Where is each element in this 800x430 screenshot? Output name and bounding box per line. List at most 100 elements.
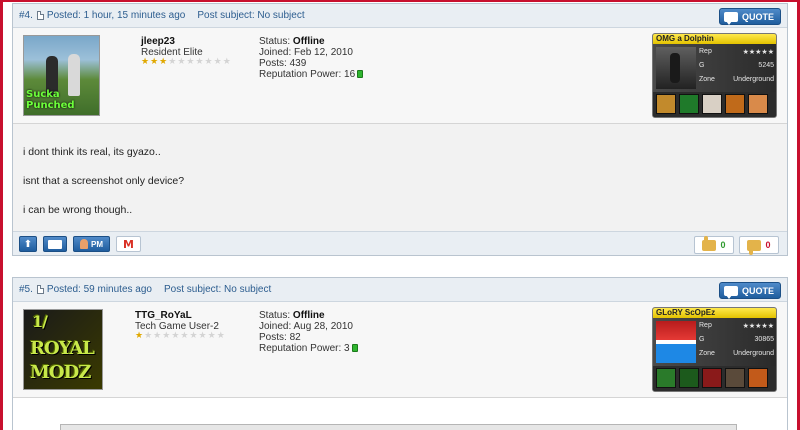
quote-button[interactable]: QUOTE	[718, 282, 781, 299]
rep-value: ★★★★★	[742, 323, 774, 330]
avatar-text: ROYAL	[30, 338, 95, 359]
user-stats: Status: Offline Joined: Aug 28, 2010 Pos…	[259, 310, 358, 354]
gamercard-title: OMG a Dolphin	[653, 34, 776, 44]
post-body: i dont think its real, its gyazo.. isnt …	[13, 124, 787, 231]
star-empty-icon: ★	[168, 57, 177, 67]
post-header: #5. Posted: 59 minutes ago Post subject:…	[13, 278, 787, 302]
post-count: Posts: 439	[259, 58, 307, 69]
star-empty-icon: ★	[171, 331, 180, 341]
avatar-text: 1/	[32, 312, 48, 331]
post-5: #5. Posted: 59 minutes ago Post subject:…	[12, 277, 788, 430]
star-empty-icon: ★	[153, 331, 162, 341]
game-tile	[656, 94, 676, 114]
joined-date: Joined: Aug 28, 2010	[259, 321, 353, 332]
window-frame-top	[0, 0, 800, 2]
reputation-icon	[357, 70, 364, 78]
gamercard-title: GLoRY ScOpEz	[653, 308, 776, 318]
username-link[interactable]: TTG_RoYaL	[135, 310, 192, 321]
star-filled-icon: ★	[141, 57, 150, 67]
zone-value: Underground	[733, 76, 774, 83]
avatar[interactable]: Sucka Punched	[23, 35, 100, 116]
thumbs-up-icon	[702, 235, 717, 251]
gamercard-body: Rep ★★★★★ G 30865 Zone Underground	[653, 318, 776, 366]
status-value: Offline	[292, 36, 325, 47]
game-tile	[748, 94, 768, 114]
status-label: Status:	[259, 310, 291, 321]
gamercard-picture	[656, 47, 696, 89]
reputation-power: Reputation Power: 16	[259, 69, 356, 80]
game-tile	[725, 368, 745, 388]
avatar[interactable]: 1/ ROYAL MODZ	[23, 309, 103, 390]
like-button[interactable]: 0	[694, 235, 734, 254]
gamercard-picture	[656, 321, 696, 363]
user-stats: Status: Offline Joined: Feb 12, 2010 Pos…	[259, 36, 364, 80]
post-footer: ⬆ PM M 0 0	[13, 231, 787, 255]
gmail-button[interactable]: M	[116, 236, 141, 252]
zone-label: Zone	[699, 350, 715, 357]
rep-label: Rep	[699, 322, 712, 329]
recent-games-strip	[653, 92, 776, 117]
user-info-bar: Sucka Punched jleep23 Resident Elite ★ ★ ★…	[13, 28, 787, 124]
post-text-line: i dont think its real, its gyazo..	[23, 146, 161, 158]
star-empty-icon: ★	[180, 331, 189, 341]
zone-value: Underground	[733, 350, 774, 357]
user-rank-stars: ★ ★ ★ ★ ★ ★ ★ ★ ★ ★	[141, 58, 231, 67]
star-filled-icon: ★	[135, 331, 144, 341]
zone-label: Zone	[699, 76, 715, 83]
quote-button[interactable]: QUOTE	[718, 8, 781, 25]
star-filled-icon: ★	[159, 57, 168, 67]
reputation-icon	[351, 344, 358, 352]
envelope-icon	[48, 239, 62, 249]
user-info-bar: 1/ ROYAL MODZ TTG_RoYaL Tech Game User-2…	[13, 302, 787, 398]
post-time: Posted: 1 hour, 15 minutes ago	[46, 10, 186, 21]
star-empty-icon: ★	[177, 57, 186, 67]
avatar-text: MODZ	[30, 362, 91, 383]
game-tile	[702, 94, 722, 114]
star-empty-icon: ★	[198, 331, 207, 341]
star-empty-icon: ★	[144, 331, 153, 341]
game-tile	[656, 368, 676, 388]
gamerscore-label: G	[699, 62, 705, 69]
star-filled-icon: ★	[150, 57, 159, 67]
dislike-count: 0	[765, 240, 771, 250]
post-4: #4. Posted: 1 hour, 15 minutes ago Post …	[12, 3, 788, 256]
star-empty-icon: ★	[207, 331, 216, 341]
gamercard[interactable]: OMG a Dolphin Rep ★★★★★ G 5245 Zone Undergr…	[652, 33, 777, 118]
game-tile	[725, 94, 745, 114]
post-header: #4. Posted: 1 hour, 15 minutes ago Post …	[13, 4, 787, 28]
post-number[interactable]: #4.	[19, 10, 33, 21]
star-empty-icon: ★	[189, 331, 198, 341]
game-tile	[748, 368, 768, 388]
window-frame-left	[0, 0, 3, 430]
gamercard-body: Rep ★★★★★ G 5245 Zone Underground	[653, 44, 776, 92]
status-value: Offline	[292, 310, 325, 321]
dislike-button[interactable]: 0	[739, 236, 779, 255]
gamercard[interactable]: GLoRY ScOpEz Rep ★★★★★ G 30865 Zone Undergr…	[652, 307, 777, 392]
post-time: Posted: 59 minutes ago	[46, 284, 152, 295]
arrow-up-icon: ⬆	[23, 238, 33, 250]
email-button[interactable]	[43, 236, 67, 252]
status-label: Status:	[259, 36, 291, 47]
star-empty-icon: ★	[186, 57, 195, 67]
back-to-top-button[interactable]: ⬆	[19, 236, 37, 252]
speech-bubble-icon	[723, 285, 738, 299]
star-empty-icon: ★	[222, 57, 231, 67]
reputation-power: Reputation Power: 3	[259, 343, 350, 354]
star-empty-icon: ★	[204, 57, 213, 67]
speech-bubble-icon	[723, 11, 738, 25]
gmail-icon: M	[123, 237, 134, 251]
post-number[interactable]: #5.	[19, 284, 33, 295]
quote-box	[60, 424, 737, 430]
username-link[interactable]: jleep23	[141, 36, 175, 47]
star-empty-icon: ★	[216, 331, 225, 341]
user-icon	[80, 239, 88, 249]
rep-value: ★★★★★	[742, 49, 774, 56]
post-text-line: isnt that a screenshot only device?	[23, 175, 185, 187]
gamerscore-value: 30865	[754, 336, 774, 343]
joined-date: Joined: Feb 12, 2010	[259, 47, 353, 58]
user-rank-stars: ★ ★ ★ ★ ★ ★ ★ ★ ★ ★	[135, 332, 225, 341]
pm-button[interactable]: PM	[73, 236, 110, 252]
thumbs-down-icon	[747, 239, 762, 255]
document-icon	[36, 11, 44, 20]
quote-button-label: QUOTE	[741, 285, 774, 296]
